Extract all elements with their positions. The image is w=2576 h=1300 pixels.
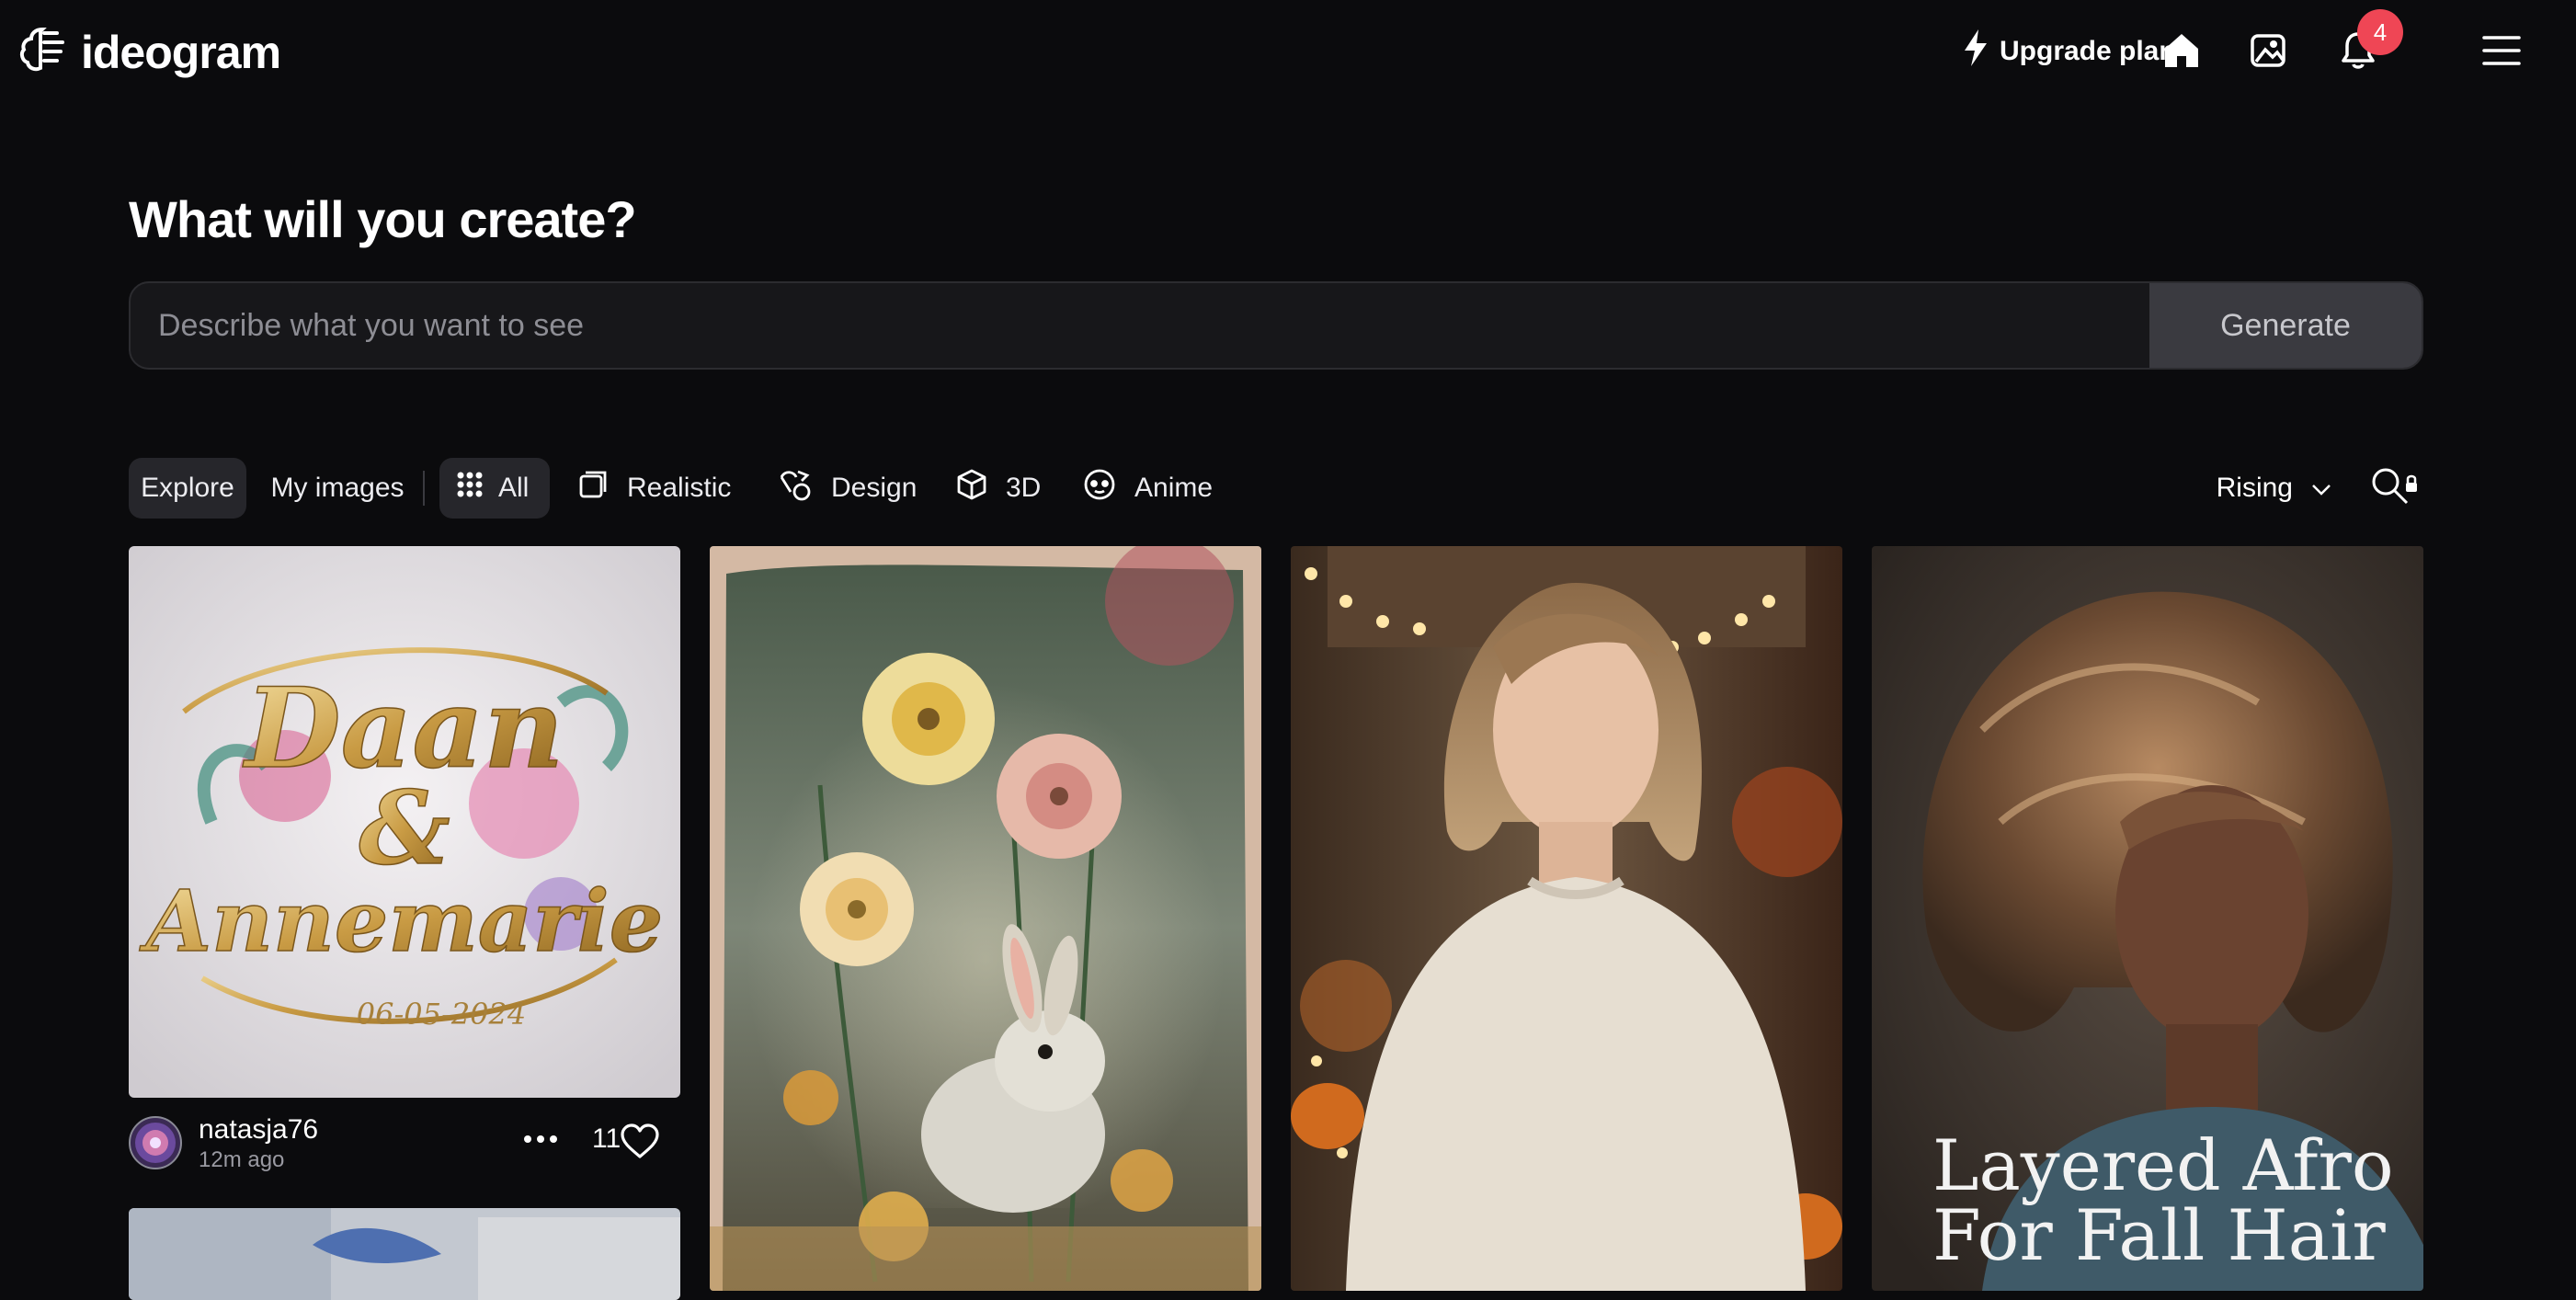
menu-icon: [2482, 35, 2521, 71]
typography-line2: Annemarie: [139, 872, 664, 971]
page-title: What will you create?: [129, 190, 637, 248]
sort-label: Rising: [2216, 473, 2293, 503]
upgrade-plan-label: Upgrade plan: [2000, 36, 2176, 66]
feed-image: Daan & Annemarie 06-05-2024: [129, 546, 680, 1098]
category-design[interactable]: Design: [778, 458, 917, 519]
flower-pink: [997, 734, 1122, 859]
design-icon: [778, 468, 813, 508]
grid-icon: [456, 471, 484, 506]
feed-card-portrait-sweater[interactable]: [1291, 546, 1842, 1291]
category-3d[interactable]: 3D: [956, 458, 1041, 519]
username[interactable]: natasja76: [199, 1114, 318, 1146]
category-label: Anime: [1134, 473, 1214, 503]
generate-button[interactable]: Generate: [2149, 283, 2422, 368]
home-icon: [2162, 31, 2201, 74]
category-label: Realistic: [627, 473, 732, 503]
feed-image: [710, 546, 1261, 1291]
top-bar: ideogram Upgrade plan 4: [0, 0, 2576, 107]
category-label: All: [498, 473, 530, 503]
typography-ampersand: &: [359, 769, 450, 887]
bolt-icon: [1963, 29, 1989, 74]
tab-my-images[interactable]: My images: [268, 458, 406, 519]
photos-icon: [577, 469, 609, 507]
typography-date: 06-05-2024: [357, 997, 527, 1032]
gallery-icon: [2250, 31, 2288, 74]
notifications-button[interactable]: 4: [2335, 9, 2403, 75]
brand-name: ideogram: [81, 26, 281, 78]
feed-card-rabbit[interactable]: [710, 546, 1261, 1291]
home-button[interactable]: [2159, 29, 2205, 75]
menu-button[interactable]: [2479, 29, 2525, 75]
more-options-icon[interactable]: [522, 1125, 559, 1153]
search-lock-icon: [2370, 466, 2422, 511]
like-count: 11: [592, 1123, 621, 1154]
filter-divider: [423, 471, 425, 506]
prompt-input[interactable]: [131, 283, 2151, 368]
category-realistic[interactable]: Realistic: [577, 458, 731, 519]
filter-bar: Explore My images All Realistic Design 3…: [129, 458, 2423, 519]
sort-dropdown[interactable]: Rising: [2217, 458, 2331, 519]
flower-yellow: [862, 653, 995, 785]
category-label: Design: [831, 473, 918, 503]
tab-explore[interactable]: Explore: [129, 458, 246, 519]
card-meta: natasja76 12m ago 11: [129, 1114, 680, 1179]
prompt-bar: Generate: [129, 281, 2423, 370]
feed-image: Layered Afro For Fall Hair: [1872, 546, 2423, 1291]
feed-card-hair[interactable]: Layered Afro For Fall Hair: [1872, 546, 2423, 1291]
feed-image: [1291, 546, 1842, 1291]
anime-face-icon: [1083, 468, 1116, 508]
hair-headline-line2: For Fall Hair: [1932, 1194, 2386, 1276]
ideogram-logo-icon: [17, 24, 68, 80]
cube-icon: [956, 468, 987, 508]
flower-cream: [800, 852, 914, 966]
ideogram-logo[interactable]: ideogram: [17, 24, 281, 80]
chevron-down-icon: [2311, 473, 2331, 504]
upgrade-plan-button[interactable]: Upgrade plan: [1963, 29, 2183, 74]
feed-card-painting[interactable]: [129, 1208, 680, 1300]
avatar[interactable]: [129, 1116, 182, 1169]
feed-card-typography[interactable]: Daan & Annemarie 06-05-2024: [129, 546, 680, 1098]
category-anime[interactable]: Anime: [1083, 458, 1213, 519]
category-all[interactable]: All: [439, 458, 550, 519]
notification-badge: 4: [2357, 9, 2403, 55]
my-gallery-button[interactable]: [2246, 29, 2292, 75]
feed-image: [129, 1208, 680, 1300]
search-button[interactable]: [2368, 465, 2423, 511]
heart-icon[interactable]: [620, 1123, 660, 1165]
post-time: 12m ago: [199, 1147, 285, 1172]
category-label: 3D: [1006, 473, 1042, 503]
